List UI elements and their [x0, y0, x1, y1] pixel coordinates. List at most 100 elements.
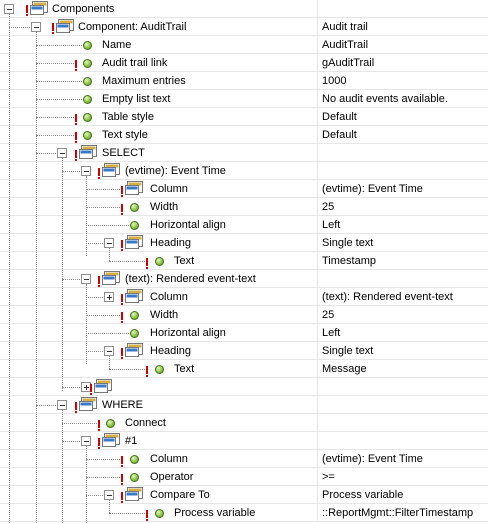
tree-connector — [109, 513, 145, 514]
tree-value[interactable]: Timestamp — [322, 254, 376, 268]
tree-row-column[interactable]: Column (text): Rendered event-text — [0, 288, 488, 306]
tree-row-operator[interactable]: Operator >= — [0, 468, 488, 486]
collapse-toggle[interactable] — [81, 436, 91, 446]
tree-label: Components — [52, 3, 115, 15]
tree-row-process-variable[interactable]: Process variable ::ReportMgmt::FilterTim… — [0, 504, 488, 522]
tree-connector — [9, 27, 30, 28]
property-icon — [155, 509, 164, 518]
tree-row-components[interactable]: Components — [0, 0, 488, 18]
tree-label: Operator — [150, 471, 194, 483]
tree-connector — [109, 369, 145, 370]
tree-row-heading[interactable]: Heading Single text — [0, 234, 488, 252]
tree-row-width[interactable]: Width 25 — [0, 198, 488, 216]
tree-connector — [36, 405, 56, 406]
tree-row-column[interactable]: Column (evtime): Event Time — [0, 180, 488, 198]
tree-row-text[interactable]: Text Message — [0, 360, 488, 378]
collapse-toggle[interactable] — [104, 490, 114, 500]
expand-toggle[interactable] — [104, 292, 114, 302]
tree-connector — [62, 279, 80, 280]
tree-row-text[interactable]: Text Timestamp — [0, 252, 488, 270]
collapse-toggle[interactable] — [57, 148, 67, 158]
tree-value[interactable]: 1000 — [322, 74, 346, 88]
tree-row-horizontal-align[interactable]: Horizontal align Left — [0, 324, 488, 342]
tree-value[interactable]: 25 — [322, 308, 334, 322]
required-marker-icon — [52, 23, 54, 34]
tree-label: SELECT — [102, 147, 145, 159]
tree-value[interactable]: Default — [322, 128, 357, 142]
tree-value[interactable]: Default — [322, 110, 357, 124]
tree-connector — [36, 45, 82, 46]
property-icon — [130, 203, 139, 212]
tree-connector — [86, 459, 120, 460]
tree-label: Text — [174, 255, 195, 267]
tree-label: Horizontal align — [150, 219, 226, 231]
tree-connector — [36, 153, 56, 154]
tree-connector — [36, 63, 74, 64]
collapse-toggle[interactable] — [81, 166, 91, 176]
property-icon — [155, 257, 164, 266]
tree-label: WHERE — [102, 399, 143, 411]
tree-label: Empty list text — [102, 93, 171, 105]
property-icon — [106, 419, 115, 428]
required-marker-icon — [121, 240, 123, 251]
tree-value[interactable]: Left — [322, 218, 340, 232]
tree-value[interactable]: Left — [322, 326, 340, 340]
component-icon — [102, 271, 120, 285]
required-marker-icon — [121, 204, 123, 215]
tree-row-select[interactable]: SELECT — [0, 144, 488, 162]
tree-connector — [36, 32, 37, 523]
tree-row-heading[interactable]: Heading Single text — [0, 342, 488, 360]
tree-row-component-audittrail[interactable]: Component: AuditTrail Audit trail — [0, 18, 488, 36]
tree-value[interactable]: 25 — [322, 200, 334, 214]
tree-connector — [62, 441, 80, 442]
tree-connector — [86, 333, 129, 334]
tree-value[interactable]: Message — [322, 362, 367, 376]
tree-row-horizontal-align[interactable]: Horizontal align Left — [0, 216, 488, 234]
collapse-toggle[interactable] — [57, 400, 67, 410]
tree-label: Horizontal align — [150, 327, 226, 339]
tree-value[interactable]: Process variable — [322, 488, 403, 502]
collapse-toggle[interactable] — [81, 274, 91, 284]
tree-value[interactable]: AuditTrail — [322, 38, 368, 52]
tree-value[interactable]: >= — [322, 470, 335, 484]
tree-value[interactable]: ::ReportMgmt::FilterTimestamp — [322, 506, 473, 520]
tree-value[interactable]: (evtime): Event Time — [322, 452, 423, 466]
tree-connector — [86, 189, 120, 190]
tree-connector — [62, 387, 80, 388]
tree-row-width[interactable]: Width 25 — [0, 306, 488, 324]
tree-label: Text — [174, 363, 195, 375]
tree-label: Compare To — [150, 489, 210, 501]
tree-row-compare-to[interactable]: Compare To Process variable — [0, 486, 488, 504]
tree-label: Heading — [150, 345, 191, 357]
component-icon — [56, 19, 74, 33]
tree-row-where[interactable]: WHERE — [0, 396, 488, 414]
tree-value[interactable]: Single text — [322, 236, 373, 250]
required-marker-icon — [146, 510, 148, 521]
collapse-toggle[interactable] — [31, 22, 41, 32]
component-icon — [102, 433, 120, 447]
required-marker-icon — [121, 348, 123, 359]
property-icon — [155, 365, 164, 374]
collapse-toggle[interactable] — [104, 238, 114, 248]
tree-value[interactable]: gAuditTrail — [322, 56, 374, 70]
required-marker-icon — [121, 294, 123, 305]
tree-value[interactable]: (evtime): Event Time — [322, 182, 423, 196]
property-icon — [83, 41, 92, 50]
component-icon — [125, 235, 143, 249]
tree-value[interactable]: Single text — [322, 344, 373, 358]
tree-value[interactable]: Audit trail — [322, 20, 368, 34]
tree-value[interactable]: No audit events available. — [322, 92, 448, 106]
required-marker-icon — [98, 420, 100, 431]
collapse-toggle[interactable] — [4, 4, 14, 14]
properties-tree[interactable]: Components Component: AuditTrail Audit t… — [0, 0, 488, 523]
tree-row-column[interactable]: Column (evtime): Event Time — [0, 450, 488, 468]
property-icon — [83, 131, 92, 140]
collapse-toggle[interactable] — [104, 346, 114, 356]
component-icon — [102, 163, 120, 177]
tree-value[interactable]: (text): Rendered event-text — [322, 290, 453, 304]
required-marker-icon — [75, 60, 77, 71]
tree-label: Column — [150, 183, 188, 195]
tree-connector — [109, 248, 110, 261]
tree-connector — [86, 243, 103, 244]
tree-connector — [36, 117, 74, 118]
